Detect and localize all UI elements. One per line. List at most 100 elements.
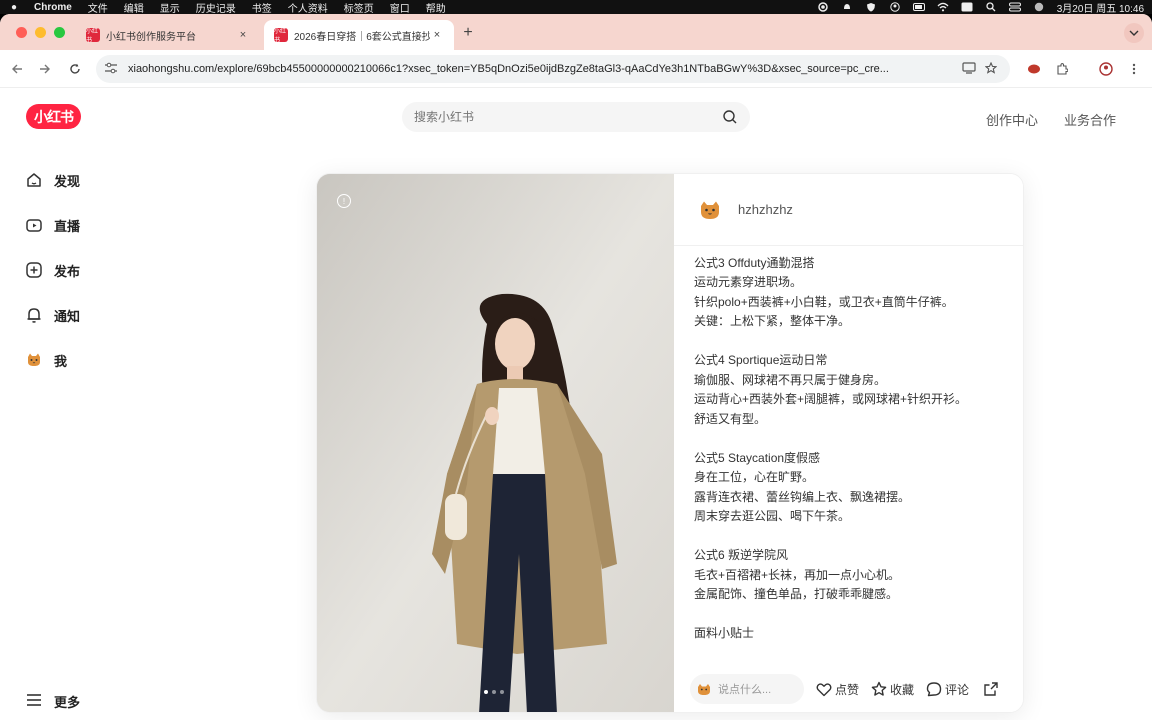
menu-window[interactable]: 窗口 [390,0,410,15]
install-app-icon[interactable] [958,61,980,77]
tab-title: 小红书创作服务平台 [106,31,196,43]
back-arrow-icon[interactable] [8,60,26,78]
star-icon [871,681,887,696]
note-line [694,246,1004,254]
note-image-carousel[interactable]: ! [317,174,674,712]
minimize-window-button[interactable] [35,27,46,38]
more-label: 更多 [54,695,81,710]
search-input[interactable] [414,110,722,124]
user-status-icon[interactable] [889,2,901,12]
tab-current-note[interactable]: 小红书 2026春日穿搭｜6套公式直接抄 × [264,20,454,50]
note-line: 毛衣+百褶裙+长袜，再加一点小心机。 [694,567,901,582]
note-line: 公式5 Staycation度假感 [694,450,821,465]
note-line: 瑜伽服、网球裙不再只属于健身房。 [694,372,887,387]
macos-menubar: ● Chrome 文件 编辑 显示 历史记录 书签 个人资料 标签页 窗口 帮助… [0,0,1152,15]
menubar-clock[interactable]: 3月20日 周五 10:46 [1057,0,1144,15]
heart-icon [816,682,832,696]
info-icon[interactable]: ! [337,194,351,208]
menu-help[interactable]: 帮助 [426,0,446,15]
siri-icon[interactable] [1033,2,1045,12]
note-body: 公式3 Offduty通勤混搭 运动元素穿进职场。 针织polo+西装裤+小白鞋… [694,246,1004,664]
engagement-bar: 说点什么... 点赞 收藏 评论 [674,664,1023,712]
search-bar[interactable] [402,102,750,132]
sidebar-item-me[interactable]: 我 [24,348,164,372]
tab-search-chevron-icon[interactable] [1124,23,1144,43]
tab-close-icon[interactable]: × [236,29,250,41]
bell-icon [24,305,44,325]
extensions-puzzle-icon[interactable] [1052,60,1072,78]
xiaohongshu-page: 小红书 创作中心 业务合作 发现 直播 发布 通知 [0,88,1152,720]
chrome-menu-icon[interactable] [1124,60,1144,78]
note-line: 公式3 Offduty通勤混搭 [694,255,815,270]
forward-arrow-icon[interactable] [36,60,54,78]
apple-menu-icon[interactable]: ● [8,2,20,13]
like-label: 点赞 [835,682,860,697]
comment-button[interactable]: 评论 [926,681,969,698]
comment-input[interactable]: 说点什么... [690,674,804,704]
sidebar-item-label: 通知 [54,308,81,324]
wifi-icon[interactable] [937,2,949,12]
xiaohongshu-favicon: 小红书 [274,28,288,44]
input-method-icon[interactable] [961,2,973,12]
record-icon[interactable] [817,2,829,12]
address-bar[interactable]: xiaohongshu.com/explore/69bcb45500000000… [96,55,1010,83]
menu-file[interactable]: 文件 [88,0,108,15]
menu-profiles[interactable]: 个人资料 [288,0,328,15]
menu-view[interactable]: 显示 [160,0,180,15]
home-icon [24,170,44,190]
carousel-dot[interactable] [500,690,504,694]
note-detail-card: ! hzhzhzhz 公式3 Offduty通勤混搭 运动元素穿进职场。 针织p… [316,173,1024,713]
author-avatar[interactable] [696,195,724,224]
note-line [694,429,1004,449]
site-settings-icon[interactable] [104,62,122,77]
plus-icon [24,260,44,280]
xiaohongshu-favicon: 小红书 [86,28,100,44]
search-icon[interactable] [722,109,738,125]
carousel-dot-active[interactable] [484,690,488,694]
outfit-photo [317,174,674,712]
bell-status-icon[interactable] [841,2,853,12]
comment-placeholder: 说点什么... [718,684,772,696]
reload-icon[interactable] [66,60,84,78]
zoom-window-button[interactable] [54,27,65,38]
business-cooperation-link[interactable]: 业务合作 [1064,110,1116,129]
extension-red-icon[interactable] [1024,60,1044,78]
battery-icon[interactable] [912,2,925,12]
menu-edit[interactable]: 编辑 [124,0,144,15]
menu-app-name[interactable]: Chrome [34,2,72,13]
tab-close-icon[interactable]: × [430,29,444,41]
collect-button[interactable]: 收藏 [871,681,914,698]
sidebar-item-discover[interactable]: 发现 [24,168,164,192]
author-bar: hzhzhzhz [674,174,1023,246]
live-icon [24,215,44,235]
spotlight-icon[interactable] [985,2,997,12]
profile-avatar-icon[interactable] [1096,60,1116,78]
avatar-icon [24,350,44,370]
url-text[interactable]: xiaohongshu.com/explore/69bcb45500000000… [128,63,958,75]
bookmark-star-icon[interactable] [980,61,1002,77]
note-line: 周末穿去逛公园、喝下午茶。 [694,509,851,523]
new-tab-button[interactable]: + [460,24,476,42]
note-line: 金属配饰、撞色单品，打破乖乖腱感。 [694,587,899,601]
share-button[interactable] [983,681,1002,697]
menu-history[interactable]: 历史记录 [196,0,236,15]
sidebar-item-publish[interactable]: 发布 [24,258,164,282]
carousel-dot[interactable] [492,690,496,694]
sidebar-item-label: 发布 [54,263,81,279]
more-menu-button[interactable]: 更多 [26,692,80,711]
control-center-icon[interactable] [1008,2,1021,12]
my-avatar-icon [696,681,712,697]
tab-creator-platform[interactable]: 小红书 小红书创作服务平台 × [76,20,260,50]
sidebar-item-notifications[interactable]: 通知 [24,303,164,327]
sidebar-item-live[interactable]: 直播 [24,213,164,237]
sidebar-item-label: 我 [54,353,68,369]
xiaohongshu-logo[interactable]: 小红书 [26,104,81,129]
shield-status-icon[interactable] [865,2,877,12]
creator-center-link[interactable]: 创作中心 [986,110,1038,129]
menu-tab[interactable]: 标签页 [344,0,374,15]
menu-bookmarks[interactable]: 书签 [252,0,272,15]
author-name[interactable]: hzhzhzhz [738,202,793,217]
browser-window: 小红书 小红书创作服务平台 × 小红书 2026春日穿搭｜6套公式直接抄 × +… [0,14,1152,720]
like-button[interactable]: 点赞 [816,681,859,698]
close-window-button[interactable] [16,27,27,38]
